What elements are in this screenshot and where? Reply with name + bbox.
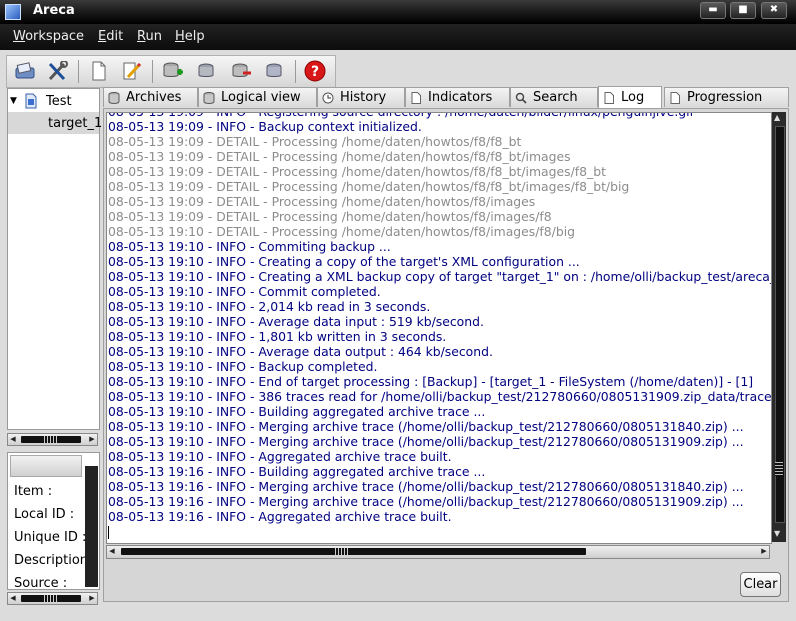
properties-header [10, 455, 82, 477]
scrollbar-thumb[interactable] [121, 548, 586, 555]
workspace-tree: ▼ Test target_1 [7, 88, 103, 430]
backup-icon[interactable] [162, 61, 184, 81]
tab-history[interactable]: History [317, 87, 405, 107]
property-local-id-label: Local ID : [14, 507, 75, 522]
workspace-icon[interactable] [14, 61, 36, 81]
menu-run[interactable]: Run [137, 29, 162, 44]
search-icon [515, 92, 527, 104]
property-unique-id-label: Unique ID : [14, 530, 87, 545]
property-source-label: Source : [14, 576, 68, 590]
help-icon[interactable]: ? [304, 60, 326, 82]
minimize-button[interactable]: ▬ [700, 2, 726, 19]
svg-text:?: ? [311, 64, 319, 80]
tab-log[interactable]: Log [598, 86, 662, 108]
menu-workspace[interactable]: Workspace [13, 29, 84, 44]
tab-indicators[interactable]: Indicators [405, 87, 510, 107]
log-vertical-scrollbar[interactable]: ▲ ▼ [772, 112, 786, 542]
log-line: 08-05-13 19:09 - DETAIL - Processing /ho… [108, 194, 536, 209]
tab-archives[interactable]: Archives [103, 87, 198, 107]
clock-icon [322, 92, 334, 103]
tree-horizontal-scrollbar[interactable]: ◀ ▶ [7, 433, 98, 446]
log-line: 08-05-13 19:10 - INFO - Commit completed… [108, 284, 381, 299]
database-icon [203, 91, 215, 104]
log-line: 08-05-13 19:16 - INFO - Building aggrega… [108, 464, 486, 479]
log-line: 08-05-13 19:09 - DETAIL - Processing /ho… [108, 209, 552, 224]
log-line: 08-05-13 19:10 - INFO - Building aggrega… [108, 404, 486, 419]
scroll-left-icon[interactable]: ◀ [107, 546, 117, 557]
log-line: 08-05-13 19:09 - INFO - Registering sour… [108, 113, 771, 119]
scroll-down-icon[interactable]: ▼ [774, 529, 780, 538]
tree-label-target: target_1 [48, 115, 103, 131]
tree-node-target[interactable]: target_1 [8, 112, 103, 134]
tree-node-test[interactable]: ▼ Test [10, 90, 72, 112]
clear-button[interactable]: Clear [740, 572, 781, 597]
document-icon [670, 91, 680, 104]
log-text-area[interactable]: 08-05-13 19:09 - INFO - Registering sour… [106, 112, 772, 544]
log-line: 08-05-13 19:09 - DETAIL - Processing /ho… [108, 149, 571, 164]
log-line: 08-05-13 19:16 - INFO - Merging archive … [108, 494, 744, 509]
document-icon [604, 91, 614, 104]
properties-vertical-scrollbar[interactable] [85, 466, 98, 587]
recover-icon[interactable] [264, 61, 286, 81]
delete-archive-icon[interactable] [230, 61, 252, 81]
scroll-left-icon[interactable]: ◀ [8, 593, 18, 604]
document-icon [411, 91, 421, 104]
close-button[interactable]: ✖ [761, 2, 787, 19]
app-icon [5, 4, 21, 20]
log-line: 08-05-13 19:09 - DETAIL - Processing /ho… [108, 134, 522, 149]
new-document-icon[interactable] [88, 61, 110, 81]
log-line: 08-05-13 19:10 - INFO - Merging archive … [108, 419, 744, 434]
grip-icon [335, 548, 349, 555]
menu-help[interactable]: Help [175, 29, 205, 44]
log-line: 08-05-13 19:10 - INFO - 1,801 kb written… [108, 329, 447, 344]
log-line: 08-05-13 19:16 - INFO - Merging archive … [108, 479, 744, 494]
text-cursor [108, 526, 109, 539]
log-line: 08-05-13 19:09 - DETAIL - Processing /ho… [108, 164, 606, 179]
edit-document-icon[interactable] [121, 61, 143, 81]
maximize-button[interactable]: ■ [730, 2, 756, 19]
log-lines: 08-05-13 19:09 - INFO - Registering sour… [108, 113, 772, 524]
toolbar: ? [6, 55, 336, 88]
property-item-label: Item : [14, 484, 53, 499]
database-icon [108, 91, 120, 104]
expand-arrow-icon[interactable]: ▼ [10, 96, 20, 106]
log-line: 08-05-13 19:10 - INFO - 2,014 kb read in… [108, 299, 431, 314]
tab-search[interactable]: Search [510, 87, 598, 107]
log-line: 08-05-13 19:10 - INFO - Creating a copy … [108, 254, 580, 269]
log-line: 08-05-13 19:10 - INFO - Average data inp… [108, 314, 484, 329]
tree-label-test: Test [46, 93, 72, 109]
scroll-right-icon[interactable]: ▶ [759, 546, 769, 557]
properties-horizontal-scrollbar[interactable]: ◀ ▶ [7, 592, 98, 605]
log-line: 08-05-13 19:10 - INFO - Average data out… [108, 344, 493, 359]
grip-icon [775, 462, 783, 476]
log-line: 08-05-13 19:10 - INFO - Aggregated archi… [108, 449, 452, 464]
window-title: Areca [33, 3, 75, 18]
log-line: 08-05-13 19:10 - INFO - Backup completed… [108, 359, 378, 374]
log-line: 08-05-13 19:10 - INFO - Merging archive … [108, 434, 744, 449]
tab-logical-view[interactable]: Logical view [198, 87, 317, 107]
log-line: 08-05-13 19:10 - INFO - Commiting backup… [108, 239, 391, 254]
grip-icon [44, 595, 58, 602]
log-line: 08-05-13 19:10 - INFO - Creating a XML b… [108, 269, 772, 284]
log-line: 08-05-13 19:09 - INFO - Backup context i… [108, 119, 422, 134]
group-icon [25, 93, 37, 109]
scroll-up-icon[interactable]: ▲ [774, 113, 780, 122]
log-line: 08-05-13 19:10 - DETAIL - Processing /ho… [108, 224, 576, 239]
log-horizontal-scrollbar[interactable]: ◀ ▶ [106, 545, 770, 559]
tab-bar: Archives Logical view History Indicators… [103, 86, 789, 108]
menu-bar: Workspace Edit Run Help [0, 24, 796, 50]
grip-icon [44, 436, 58, 443]
scroll-right-icon[interactable]: ▶ [87, 434, 97, 445]
scroll-right-icon[interactable]: ▶ [87, 593, 97, 604]
log-line: 08-05-13 19:09 - DETAIL - Processing /ho… [108, 179, 630, 194]
target-settings-icon[interactable] [47, 61, 69, 81]
merge-icon[interactable] [196, 61, 218, 81]
tab-progression[interactable]: Progression [664, 87, 789, 107]
scroll-left-icon[interactable]: ◀ [8, 434, 18, 445]
log-line: 08-05-13 19:16 - INFO - Aggregated archi… [108, 509, 452, 524]
menu-edit[interactable]: Edit [98, 29, 123, 44]
title-bar: Areca ▬ ■ ✖ [0, 0, 796, 24]
log-line: 08-05-13 19:10 - INFO - End of target pr… [108, 374, 754, 389]
log-line: 08-05-13 19:10 - INFO - 386 traces read … [108, 389, 772, 404]
